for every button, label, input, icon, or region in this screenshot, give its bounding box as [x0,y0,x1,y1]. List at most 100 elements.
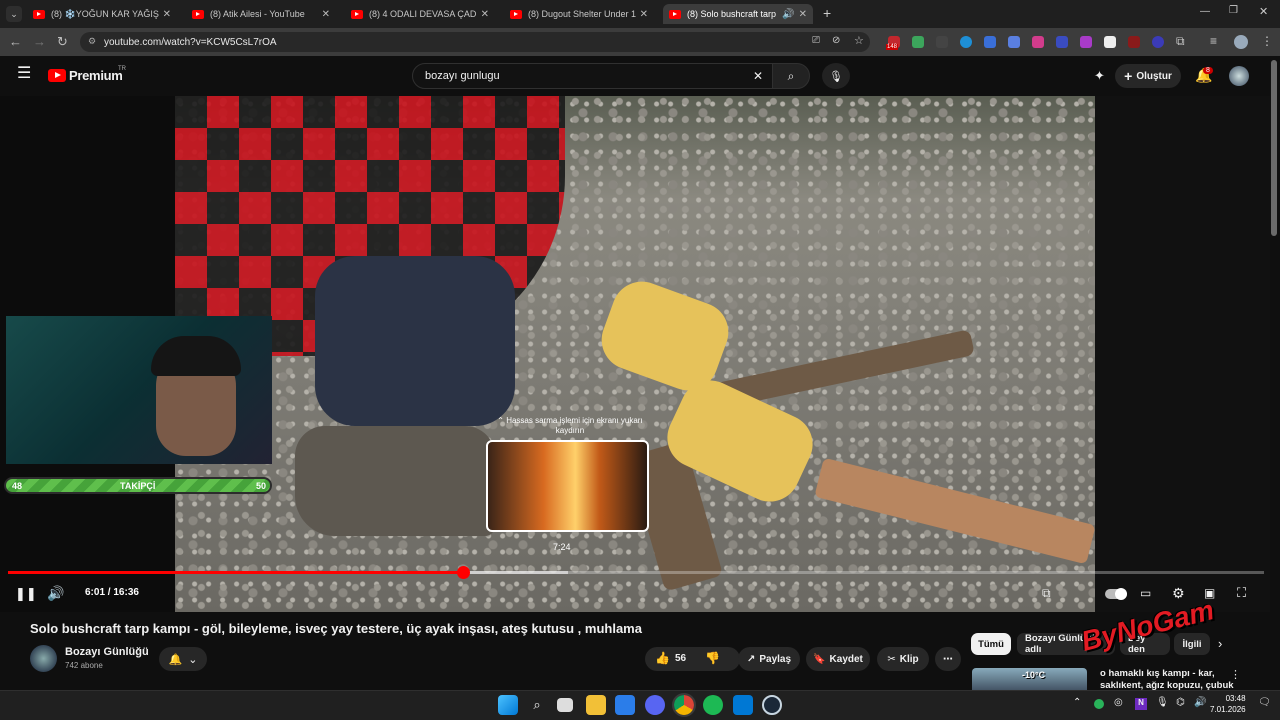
bell-icon: 🔔 [168,653,183,666]
tray-app-icon[interactable]: 🎙 [1156,697,1169,708]
pause-icon[interactable]: ❚❚ [15,586,37,602]
store-icon[interactable] [615,695,635,715]
address-bar[interactable]: ⚙ youtube.com/watch?v=KCW5CsL7rOA ⎚ ⊘ ☆ [80,32,870,52]
extension-icon[interactable] [1080,36,1092,48]
close-icon[interactable]: ✕ [163,9,171,20]
like-button[interactable]: 👍 [655,651,670,665]
search-icon[interactable]: ⌕ [527,695,547,715]
puzzle-icon[interactable]: ⧉ [1176,34,1185,49]
notification-center-icon[interactable]: 🗨 [1258,697,1271,708]
recommendation-thumbnail[interactable]: -10°C [972,668,1087,690]
video-player[interactable] [175,96,1095,612]
subscription-bell-button[interactable]: 🔔 ⌄ [159,647,207,671]
reload-icon[interactable]: ↻ [57,34,68,50]
tab-2[interactable]: (8) Atik Ailesi - YouTube ✕ [186,4,336,24]
tray-app-icon[interactable] [1094,699,1104,709]
start-icon[interactable] [498,695,518,715]
close-icon[interactable]: ✕ [481,9,489,20]
speaker-tray-icon[interactable]: 🔊 [1194,697,1206,708]
youtube-logo-icon[interactable] [48,69,66,82]
eye-off-icon[interactable]: ⊘ [832,35,840,46]
extension-icon[interactable] [1032,36,1044,48]
new-tab-button[interactable]: + [823,5,831,21]
extension-icon[interactable] [912,36,924,48]
create-button[interactable]: + Oluştur [1115,64,1181,88]
region-code: TR [118,66,126,72]
channel-avatar[interactable] [30,645,57,672]
extension-icon[interactable] [1152,36,1164,48]
search-input[interactable]: bozayı gunlugu ✕ [412,63,774,89]
clear-icon[interactable]: ✕ [753,69,763,83]
page-scrollbar[interactable] [1271,60,1277,236]
chip-all[interactable]: Tümü [971,633,1011,655]
share-button[interactable]: ↗ Paylaş [738,647,800,671]
scrubber-handle[interactable] [456,566,470,579]
close-icon[interactable]: ✕ [640,9,648,20]
account-avatar[interactable] [1229,66,1249,86]
more-actions-button[interactable]: ⋯ [935,647,961,671]
fullscreen-icon[interactable]: ⛶ [1237,585,1246,601]
discord-icon[interactable] [645,695,665,715]
extension-icon[interactable] [960,36,972,48]
extension-icon[interactable] [984,36,996,48]
star-icon[interactable]: ☆ [854,34,864,47]
vscode-icon[interactable] [733,695,753,715]
tab-5-active[interactable]: (8) Solo bushcraft tarp kampı 🔊 ✕ [663,4,813,24]
tray-app-icon[interactable]: N [1135,698,1147,710]
network-icon[interactable]: ⌬ [1176,697,1185,708]
tab-1[interactable]: (8) ❄️YOĞUN KAR YAĞIŞI ALTINDA ✕ [27,4,177,24]
tray-app-icon[interactable]: ◎ [1114,697,1123,708]
chevron-right-icon[interactable]: › [1218,636,1222,651]
tab-4[interactable]: (8) Dugout Shelter Under 10ft Of ✕ [504,4,654,24]
file-explorer-icon[interactable] [586,695,606,715]
chrome-icon[interactable] [672,693,696,717]
channel-name[interactable]: Bozayı Günlüğü [65,646,149,658]
volume-icon[interactable]: 🔊 [47,585,64,602]
task-view-icon[interactable] [557,698,573,712]
speaker-icon[interactable]: 🔊 [782,9,794,20]
settings-gear-icon[interactable]: ⚙ [1172,585,1185,602]
menu-icon[interactable]: ⋮ [1261,34,1273,48]
close-icon[interactable]: ✕ [322,9,330,20]
site-info-icon[interactable]: ⚙ [88,36,96,47]
back-icon[interactable]: ← [9,34,22,49]
voice-search-button[interactable]: 🎙 [822,63,850,89]
forward-icon[interactable]: → [33,34,46,49]
sparkle-icon[interactable]: ✦ [1094,68,1105,84]
hamburger-icon[interactable]: ☰ [17,66,31,82]
windows-taskbar [0,690,1280,720]
spotify-icon[interactable] [703,695,723,715]
minimize-icon[interactable]: — [1200,6,1210,17]
profile-avatar[interactable] [1234,35,1248,49]
extension-icon[interactable] [1104,36,1116,48]
restore-icon[interactable]: ❐ [1229,5,1238,16]
extension-icon[interactable] [936,36,948,48]
search-icon: ⌕ [787,68,795,83]
chip-related[interactable]: İlgili [1174,633,1210,655]
duration: 16:36 [113,587,139,598]
autoplay-toggle[interactable] [1105,588,1127,600]
tray-chevron-icon[interactable]: ⌃ [1073,697,1081,708]
steam-icon[interactable] [762,695,782,715]
clip-button[interactable]: ✂ Klip [877,647,929,671]
time-display: 6:01 / 16:36 [85,587,139,598]
extension-icon[interactable] [1056,36,1068,48]
recommendation-title[interactable]: o hamaklı kış kampı - kar, saklıkent, ağ… [1100,668,1240,690]
close-icon[interactable]: ✕ [799,9,807,20]
search-button[interactable]: ⌕ [772,63,810,89]
miniplayer-icon[interactable]: ⧉ [1042,586,1051,601]
tab-3[interactable]: (8) 4 ODALI DEVASA ÇADIRDA ✕ [345,4,495,24]
dislike-button[interactable]: 👎 [705,651,720,665]
cast-icon[interactable]: ⎚ [812,35,820,46]
save-button[interactable]: 🔖 Kaydet [806,647,870,671]
extension-icon[interactable] [1008,36,1020,48]
extension-icon[interactable] [1128,36,1140,48]
reading-list-icon[interactable]: ≡ [1210,34,1217,48]
youtube-logo-text[interactable]: Premium [69,68,123,83]
close-window-icon[interactable]: ✕ [1259,5,1268,18]
system-clock[interactable]: 03:48 7.01.2026 [1210,693,1246,715]
clock-time: 03:48 [1225,694,1246,703]
tab-search-icon[interactable]: ⌄ [6,6,22,22]
kebab-menu-icon[interactable]: ⋮ [1230,668,1241,681]
subtitles-icon[interactable]: ▭ [1140,586,1151,600]
